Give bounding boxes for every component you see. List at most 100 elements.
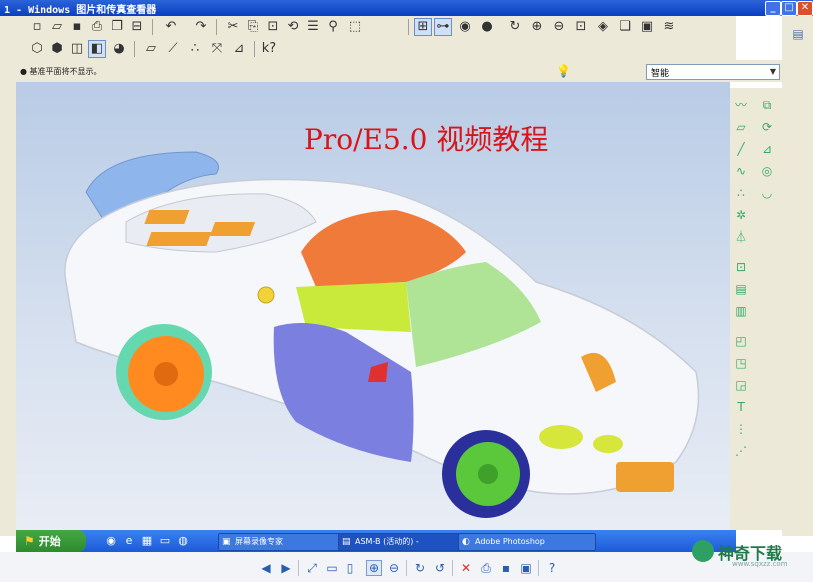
- layer-tree-icon[interactable]: ▣: [638, 18, 656, 36]
- logo-url: www.sqxzz.com: [732, 560, 788, 568]
- no-hidden-icon[interactable]: ◫: [68, 40, 86, 58]
- view-icon[interactable]: ◈: [594, 18, 612, 36]
- plane-icon[interactable]: ▱: [732, 118, 750, 136]
- repaint-icon[interactable]: ⊞: [414, 18, 432, 36]
- recorder-icon: ▣: [222, 537, 231, 547]
- display-toolbar: ⬡ ⬢ ◫ ◧ ◕ ▱ ⟋ ∴ ⤧ ⊿ k?: [16, 38, 736, 60]
- task-screen-recorder[interactable]: ▣ 屏幕录像专家: [218, 533, 346, 551]
- close-button[interactable]: ✕: [797, 1, 813, 16]
- blend-icon[interactable]: ◎: [758, 162, 776, 180]
- filter-value: 智能: [651, 69, 670, 79]
- round-icon[interactable]: ◰: [732, 332, 750, 350]
- model-viewport[interactable]: Pro/E5.0 视频教程: [16, 82, 730, 530]
- select-icon[interactable]: ⬚: [346, 18, 364, 36]
- rotate-icon[interactable]: ●: [478, 18, 496, 36]
- rotate-cw-icon[interactable]: ↻: [412, 560, 428, 576]
- datum-plane-icon[interactable]: ▱: [142, 40, 160, 58]
- boundary-icon[interactable]: ◡: [758, 184, 776, 202]
- extrude-icon[interactable]: ⧉: [758, 96, 776, 114]
- annotation-icon[interactable]: ⊿: [230, 40, 248, 58]
- sketch-icon[interactable]: 〰: [732, 96, 750, 114]
- wireframe-icon[interactable]: ⬡: [28, 40, 46, 58]
- view-list-icon[interactable]: ❏: [616, 18, 634, 36]
- spin-icon[interactable]: ↻: [506, 18, 524, 36]
- list-icon[interactable]: ≋: [660, 18, 678, 36]
- zoom-in-icon[interactable]: ⊕: [528, 18, 546, 36]
- zoom-out-viewer-icon[interactable]: ⊖: [386, 560, 402, 576]
- desktop-icon[interactable]: ▦: [140, 534, 154, 548]
- folder-icon[interactable]: ▭: [158, 534, 172, 548]
- point-icon[interactable]: ∴: [732, 184, 750, 202]
- csys-icon[interactable]: ⤧: [208, 40, 226, 58]
- copy-icon[interactable]: ❐: [108, 18, 126, 36]
- hole-icon[interactable]: ⊡: [732, 258, 750, 276]
- hidden-icon[interactable]: ⬢: [48, 40, 66, 58]
- revolve-icon[interactable]: ⟳: [758, 118, 776, 136]
- shading-icon[interactable]: ◧: [88, 40, 106, 58]
- previous-image-icon[interactable]: ◀: [258, 560, 274, 576]
- cut-icon[interactable]: ✂: [224, 18, 242, 36]
- axis-icon[interactable]: ╱: [732, 140, 750, 158]
- vertical-tool-icon[interactable]: ▤: [790, 26, 806, 42]
- enhanced-icon[interactable]: ◕: [110, 40, 128, 58]
- datum-point-icon[interactable]: ∴: [186, 40, 204, 58]
- selection-filter[interactable]: 智能 ▼: [646, 64, 780, 80]
- site-logo: 神奇下载 www.sqxzz.com: [688, 534, 810, 578]
- new-file-icon[interactable]: ▫: [28, 18, 46, 36]
- help-viewer-icon[interactable]: ?: [544, 560, 560, 576]
- ie-icon[interactable]: e: [122, 534, 136, 548]
- curve-icon[interactable]: ∿: [732, 162, 750, 180]
- redo-icon[interactable]: ↷: [192, 18, 210, 36]
- chevron-down-icon[interactable]: ▼: [767, 65, 779, 79]
- print-icon[interactable]: ⎙: [88, 18, 106, 36]
- trim-icon[interactable]: T: [732, 398, 750, 416]
- regen-icon[interactable]: ⟲: [284, 18, 302, 36]
- paste-icon[interactable]: ⊟: [128, 18, 146, 36]
- task-photoshop[interactable]: ◐ Adobe Photoshop: [458, 533, 596, 551]
- analysis-icon[interactable]: ⏃: [732, 228, 750, 246]
- layers-icon[interactable]: ☰: [304, 18, 322, 36]
- zoom-out-icon[interactable]: ⊖: [550, 18, 568, 36]
- actual-size-icon[interactable]: ▭: [324, 560, 340, 576]
- left-strip: [0, 16, 16, 536]
- print-viewer-icon[interactable]: ⎙: [478, 560, 494, 576]
- mirror-icon[interactable]: ⋰: [732, 442, 750, 460]
- shell-icon[interactable]: ▤: [732, 280, 750, 298]
- open-icon[interactable]: ▱: [48, 18, 66, 36]
- save-viewer-icon[interactable]: ▪: [498, 560, 514, 576]
- best-fit-icon[interactable]: ⤢: [304, 560, 320, 576]
- delete-icon[interactable]: ✕: [458, 560, 474, 576]
- minimize-button[interactable]: _: [765, 1, 781, 16]
- copy2-icon[interactable]: ⎘: [244, 18, 262, 36]
- orient-icon[interactable]: ⊶: [434, 18, 452, 36]
- slideshow-icon[interactable]: ▯: [342, 560, 358, 576]
- binoculars-icon[interactable]: ⚲: [324, 18, 342, 36]
- browser-icon[interactable]: ◉: [104, 534, 118, 548]
- task-asm-b[interactable]: ▤ ASM-B (活动的) -: [338, 533, 468, 551]
- taskbar: ⚑ 开始 ◉ e ▦ ▭ ◍ ▣ 屏幕录像专家 ▤ ASM-B (活动的) - ◐ Ad…: [16, 530, 736, 552]
- paste2-icon[interactable]: ⊡: [264, 18, 282, 36]
- maximize-button[interactable]: □: [781, 1, 797, 16]
- refit-icon[interactable]: ⊡: [572, 18, 590, 36]
- sweep-icon[interactable]: ⊿: [758, 140, 776, 158]
- undo-icon[interactable]: ↶: [162, 18, 180, 36]
- app-icon[interactable]: ◍: [176, 534, 190, 548]
- help-icon[interactable]: k?: [260, 40, 278, 58]
- rib-icon[interactable]: ▥: [732, 302, 750, 320]
- next-image-icon[interactable]: ▶: [278, 560, 294, 576]
- chamfer-icon[interactable]: ◳: [732, 354, 750, 372]
- rotate-ccw-icon[interactable]: ↺: [432, 560, 448, 576]
- edit-icon[interactable]: ▣: [518, 560, 534, 576]
- shade-icon[interactable]: ◉: [456, 18, 474, 36]
- feature-toolbar: 〰 ⧉ ▱ ⟳ ╱ ⊿ ∿ ◎ ∴ ◡ ✲ ⏃ ⊡ ▤ ▥ ◰ ◳ ◲ T ⋮ …: [730, 88, 782, 530]
- save-icon[interactable]: ▪: [68, 18, 86, 36]
- lightbulb-icon[interactable]: 💡: [556, 64, 571, 78]
- message-area: ● 基准平面将不显示。 💡 智能 ▼: [16, 60, 782, 82]
- start-button[interactable]: ⚑ 开始: [16, 530, 86, 552]
- overlay-title: Pro/E5.0 视频教程: [304, 123, 549, 156]
- datum-axis-icon[interactable]: ⟋: [164, 40, 182, 58]
- pattern-icon[interactable]: ⋮: [732, 420, 750, 438]
- zoom-in-viewer-icon[interactable]: ⊕: [366, 560, 382, 576]
- draft-icon[interactable]: ◲: [732, 376, 750, 394]
- csys-tool-icon[interactable]: ✲: [732, 206, 750, 224]
